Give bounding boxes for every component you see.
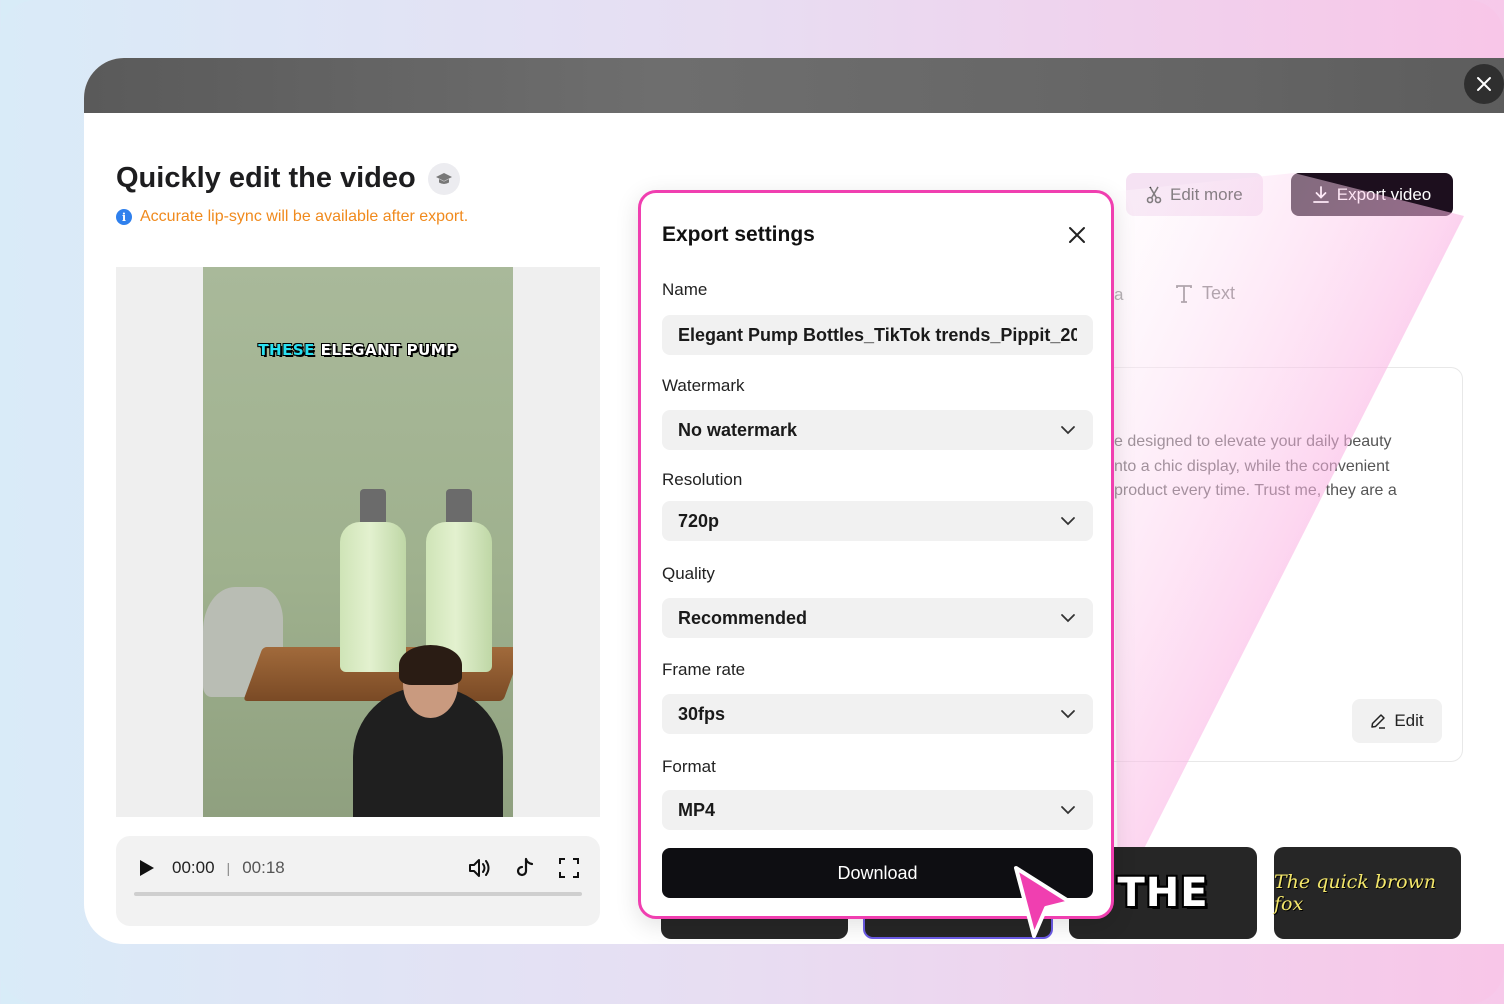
edit-more-label: Edit more — [1170, 184, 1243, 204]
close-icon — [1477, 77, 1491, 91]
export-settings-dialog: Export settings Name Elegant Pump Bottle… — [638, 190, 1114, 919]
resolution-value: 720p — [678, 510, 720, 531]
framerate-select[interactable]: 30fps — [662, 694, 1093, 734]
chevron-down-icon — [1061, 710, 1075, 719]
quality-value: Recommended — [678, 607, 808, 628]
pencil-icon — [1371, 714, 1386, 729]
top-actions: Edit more Export video — [1126, 173, 1454, 216]
script-line: e designed to elevate your daily beauty — [1114, 433, 1392, 450]
close-window-button[interactable] — [1464, 64, 1504, 104]
template-the-text: THE — [1117, 870, 1209, 916]
tab-partial[interactable]: a — [1114, 285, 1123, 305]
script-text: e designed to elevate your daily beauty … — [1114, 430, 1444, 504]
video-frame[interactable]: THESE ELEGANT PUMP — [203, 267, 513, 817]
video-player-controls: 00:00 | 00:18 — [116, 836, 600, 926]
chevron-down-icon — [1061, 426, 1075, 435]
script-card: e designed to elevate your daily beauty … — [1100, 367, 1463, 762]
chevron-down-icon — [1061, 517, 1075, 526]
quality-select[interactable]: Recommended — [662, 598, 1093, 638]
format-select[interactable]: MP4 — [662, 790, 1093, 830]
tiktok-icon[interactable] — [514, 857, 536, 879]
watermark-value: No watermark — [678, 419, 798, 440]
tutorial-icon[interactable] — [427, 162, 460, 195]
download-label: Download — [837, 862, 918, 883]
export-video-label: Export video — [1336, 184, 1432, 204]
presenter-hair — [399, 645, 462, 685]
chevron-down-icon — [1061, 806, 1075, 815]
watermark-label: Watermark — [662, 376, 745, 395]
pump-bottle — [340, 522, 406, 672]
lip-sync-notice: i Accurate lip-sync will be available af… — [116, 208, 468, 226]
current-time: 00:00 — [172, 858, 215, 877]
time-separator: | — [226, 860, 231, 876]
quality-label: Quality — [662, 564, 715, 583]
fullscreen-icon[interactable] — [558, 857, 580, 879]
template-fox-text: The quick brown fox — [1274, 871, 1437, 915]
framerate-label: Frame rate — [662, 660, 746, 679]
close-icon[interactable] — [1065, 223, 1089, 247]
watermark-select[interactable]: No watermark — [662, 410, 1093, 450]
page-title: Quickly edit the video — [116, 162, 460, 195]
page-title-text: Quickly edit the video — [116, 162, 416, 194]
volume-icon[interactable] — [468, 857, 492, 879]
dialog-title: Export settings — [662, 223, 815, 246]
edit-label: Edit — [1394, 711, 1424, 730]
text-icon — [1176, 284, 1192, 303]
chevron-down-icon — [1061, 614, 1075, 623]
name-value: Elegant Pump Bottles_TikTok trends_Pippi… — [678, 324, 1077, 345]
download-icon — [1312, 185, 1329, 203]
window-top-bar — [84, 58, 1504, 113]
script-line: product every time. Trust me, they are a — [1114, 482, 1397, 499]
format-value: MP4 — [678, 799, 716, 820]
export-video-button[interactable]: Export video — [1290, 173, 1454, 216]
duration: 00:18 — [242, 858, 285, 877]
caption-highlight: THESE — [258, 341, 315, 359]
tab-text-label: Text — [1202, 283, 1236, 303]
resolution-label: Resolution — [662, 470, 743, 489]
name-label: Name — [662, 280, 708, 299]
notice-text: Accurate lip-sync will be available afte… — [140, 208, 469, 225]
resolution-select[interactable]: 720p — [662, 501, 1093, 541]
progress-bar[interactable] — [134, 892, 582, 896]
info-icon: i — [116, 209, 132, 225]
name-input[interactable]: Elegant Pump Bottles_TikTok trends_Pippi… — [662, 315, 1093, 355]
edit-script-button[interactable]: Edit — [1352, 699, 1442, 743]
format-label: Format — [662, 757, 716, 776]
scissors-icon — [1146, 186, 1162, 203]
pointer-cursor-icon — [1014, 866, 1072, 938]
template-quick-brown-fox[interactable]: The quick brown fox — [1274, 847, 1461, 939]
framerate-value: 30fps — [678, 703, 726, 724]
caption-rest: ELEGANT PUMP — [320, 341, 458, 359]
edit-more-button[interactable]: Edit more — [1126, 173, 1263, 216]
play-icon[interactable] — [136, 858, 156, 878]
tab-text[interactable]: Text — [1174, 283, 1235, 304]
video-caption: THESE ELEGANT PUMP — [203, 341, 513, 359]
script-line: nto a chic display, while the convenient — [1114, 457, 1390, 475]
